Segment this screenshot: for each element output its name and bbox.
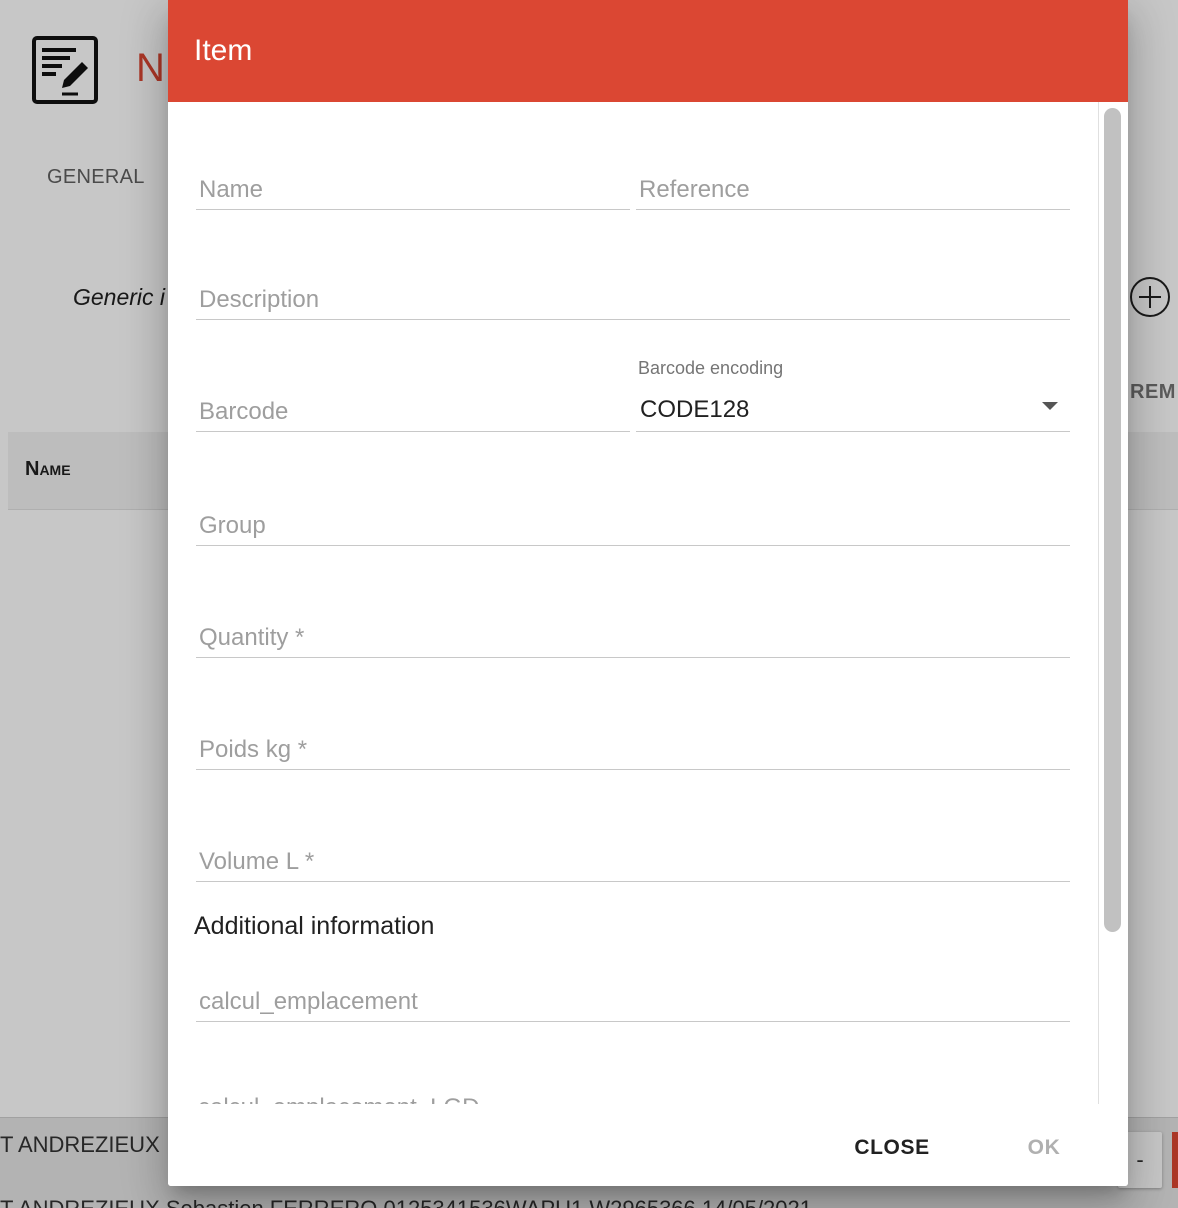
volume-label: Volume L *	[199, 848, 315, 875]
calcul-emplacement-label: calcul_emplacement	[199, 988, 418, 1015]
reference-label: Reference	[639, 176, 750, 203]
volume-field[interactable]: Volume L *	[196, 830, 1070, 882]
calcul-emplacement-field[interactable]: calcul_emplacement	[196, 970, 1070, 1022]
clipped-field-label: calcul_emplacement_LGD	[198, 1094, 479, 1104]
ok-button[interactable]: OK	[1014, 1128, 1074, 1168]
quantity-field[interactable]: Quantity *	[196, 606, 1070, 658]
group-label: Group	[199, 512, 266, 539]
weight-label: Poids kg *	[199, 736, 308, 763]
dialog-title: Item	[194, 34, 253, 67]
dropdown-arrow-icon[interactable]	[1042, 402, 1058, 410]
quantity-label: Quantity *	[199, 624, 305, 651]
name-label: Name	[199, 176, 264, 203]
description-label: Description	[199, 286, 320, 313]
group-field[interactable]: Group	[196, 494, 1070, 546]
barcode-encoding-label: Barcode encoding	[638, 358, 784, 378]
item-dialog: Item Name Reference Description Barcode …	[168, 0, 1128, 1186]
barcode-encoding-value: CODE128	[640, 396, 750, 423]
scrollbar-track[interactable]	[1098, 102, 1099, 1104]
additional-information-heading: Additional information	[194, 912, 435, 940]
dialog-header: Item	[168, 0, 1128, 102]
weight-field[interactable]: Poids kg *	[196, 718, 1070, 770]
barcode-encoding-select[interactable]: Barcode encoding CODE128	[636, 358, 1070, 432]
scrollbar-thumb[interactable]	[1104, 108, 1121, 932]
barcode-label: Barcode	[199, 398, 289, 425]
barcode-field[interactable]: Barcode	[196, 380, 630, 432]
close-button[interactable]: CLOSE	[844, 1128, 940, 1168]
name-field[interactable]: Name	[196, 158, 630, 210]
dialog-actions: CLOSE OK	[168, 1104, 1128, 1186]
description-field[interactable]: Description	[196, 268, 1070, 320]
dialog-body: Name Reference Description Barcode Barco…	[168, 102, 1128, 1104]
reference-field[interactable]: Reference	[636, 158, 1070, 210]
